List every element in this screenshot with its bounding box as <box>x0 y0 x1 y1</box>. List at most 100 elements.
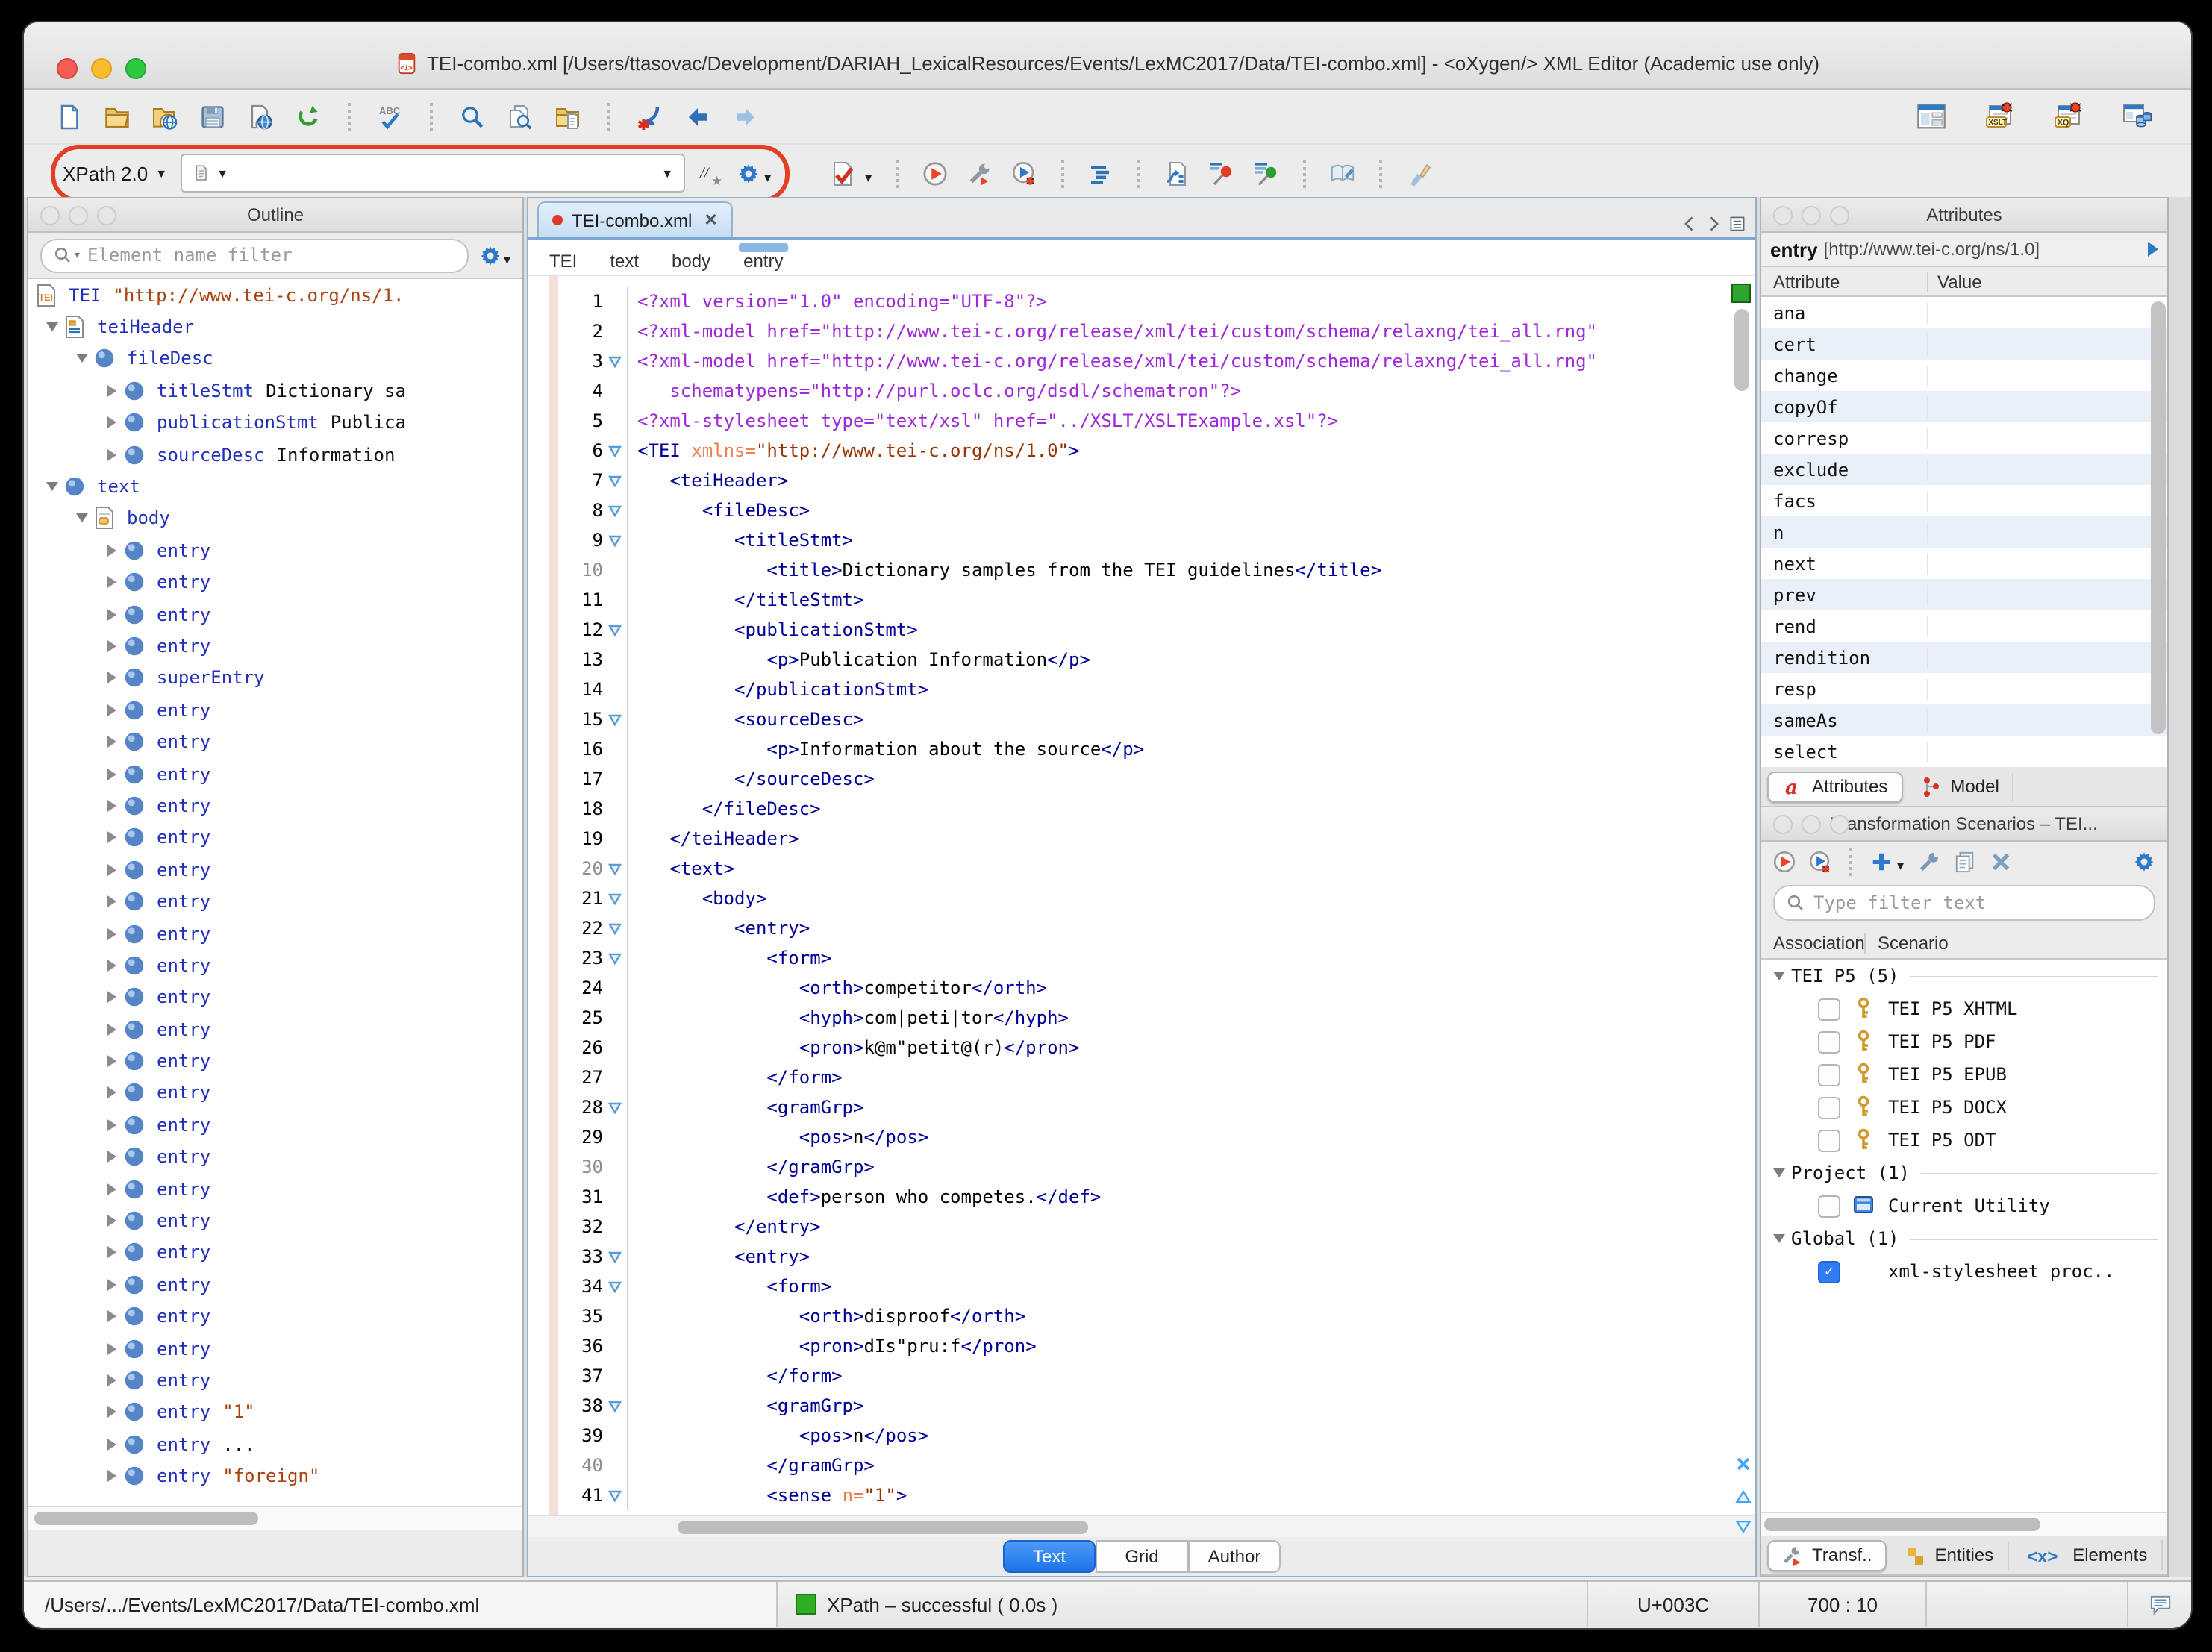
notifications-bubble-icon[interactable] <box>2149 1593 2171 1615</box>
scenario-item-tei-p5-xhtml[interactable]: TEI P5 XHTML <box>1761 992 2167 1025</box>
attribute-row-n[interactable]: n <box>1761 516 2167 548</box>
code-line-38[interactable]: 38 <gramGrp> <box>528 1391 1731 1421</box>
find-in-folder-icon[interactable] <box>555 104 581 129</box>
code-line-39[interactable]: 39 <pos>n</pos> <box>528 1421 1731 1451</box>
attribute-row-rendition[interactable]: rendition <box>1761 642 2167 673</box>
xslt-debugger-icon[interactable]: XSLT <box>1985 101 2015 131</box>
zoom-window-button[interactable] <box>125 58 146 79</box>
expand-open-icon[interactable] <box>70 514 93 523</box>
breadcrumb-entry[interactable]: entry <box>743 244 783 271</box>
code-line-21[interactable]: 21 <body> <box>528 883 1731 913</box>
expand-closed-icon[interactable] <box>100 736 122 748</box>
outline-item-fileDesc[interactable]: fileDesc <box>28 343 522 375</box>
outline-item-entry[interactable]: entry <box>28 566 522 598</box>
validate-icon[interactable] <box>829 160 855 186</box>
wrench-steel-icon[interactable] <box>1917 851 1940 873</box>
code-line-3[interactable]: 3<?xml-model href="http://www.tei-c.org/… <box>528 346 1731 376</box>
code-line-41[interactable]: 41 <sense n="1"> <box>528 1480 1731 1510</box>
code-line-16[interactable]: 16 <p>Information about the source</p> <box>528 734 1731 764</box>
expand-closed-icon[interactable] <box>100 1374 122 1386</box>
scenario-item-tei-p5-epub[interactable]: TEI P5 EPUB <box>1761 1058 2167 1091</box>
attribute-row-sameAs[interactable]: sameAs <box>1761 704 2167 736</box>
code-line-17[interactable]: 17 </sourceDesc> <box>528 764 1731 794</box>
attribute-row-next[interactable]: next <box>1761 548 2167 579</box>
plus-icon[interactable] <box>1870 851 1893 873</box>
current-element-row[interactable]: entry [http://www.tei-c.org/ns/1.0] <box>1761 233 2167 267</box>
scenario-checkbox[interactable] <box>1818 998 1840 1020</box>
expand-closed-icon[interactable] <box>100 704 122 716</box>
outline-item-entry[interactable]: entry"1" <box>28 1396 522 1428</box>
outline-item-teiHeader[interactable]: teiHeader <box>28 311 522 343</box>
format-indent-icon[interactable] <box>1088 160 1113 186</box>
expand-closed-icon[interactable] <box>100 576 122 588</box>
expand-open-icon[interactable] <box>1767 1168 1791 1177</box>
scenario-filter-input[interactable]: Type filter text <box>1773 885 2155 921</box>
mode-button-grid[interactable]: Grid <box>1096 1540 1188 1573</box>
dropdown-caret-icon[interactable]: ▾ <box>1897 858 1904 875</box>
expand-closed-icon[interactable] <box>100 1023 122 1035</box>
element-name-filter-input[interactable]: ▾ Element name filter <box>40 238 469 272</box>
scenario-group-global-1-[interactable]: Global (1) <box>1761 1222 2167 1255</box>
code-line-33[interactable]: 33 <entry> <box>528 1242 1731 1271</box>
navigate-back-icon[interactable] <box>685 104 710 129</box>
attribute-row-cert[interactable]: cert <box>1761 328 2167 360</box>
code-line-4[interactable]: 4 schematypens="http://purl.oclc.org/dsd… <box>528 376 1731 406</box>
outline-item-entry[interactable]: entry <box>28 631 522 663</box>
red-pin-icon[interactable] <box>1209 160 1234 186</box>
breadcrumb-body[interactable]: body <box>672 244 710 271</box>
xpath-scope-icon[interactable] <box>193 164 210 182</box>
expand-closed-icon[interactable] <box>100 1407 122 1418</box>
outline-hscrollbar[interactable] <box>28 1506 522 1530</box>
code-line-14[interactable]: 14 </publicationStmt> <box>528 675 1731 704</box>
expand-closed-icon[interactable] <box>100 1439 122 1451</box>
breadcrumb-TEI[interactable]: TEI <box>549 244 577 271</box>
scenario-checkbox[interactable]: ✓ <box>1818 1260 1840 1283</box>
tab-model[interactable]: Model <box>1907 772 2013 801</box>
outline-item-entry[interactable]: entry <box>28 1268 522 1301</box>
outline-settings-gear-icon[interactable] <box>480 244 502 266</box>
outline-item-sourceDesc[interactable]: sourceDescInformation <box>28 439 522 471</box>
attribute-row-copyOf[interactable]: copyOf <box>1761 391 2167 422</box>
attributes-vscrollbar[interactable] <box>2151 301 2166 734</box>
xpath-version-dropdown[interactable]: XPath 2.0▼ <box>63 162 167 184</box>
code-line-19[interactable]: 19 </teiHeader> <box>528 824 1731 854</box>
outline-item-entry[interactable]: entry <box>28 1333 522 1365</box>
expand-closed-icon[interactable] <box>100 417 122 429</box>
code-line-22[interactable]: 22 <entry> <box>528 913 1731 943</box>
outline-item-text[interactable]: text <box>28 471 522 503</box>
duplicate-icon[interactable] <box>1953 851 1975 873</box>
mode-button-text[interactable]: Text <box>1003 1540 1096 1573</box>
run-scenario-icon[interactable] <box>922 160 948 186</box>
fold-toggle-icon[interactable] <box>603 854 628 883</box>
mode-button-author[interactable]: Author <box>1188 1540 1281 1573</box>
outline-item-entry[interactable]: entry... <box>28 1428 522 1460</box>
code-line-29[interactable]: 29 <pos>n</pos> <box>528 1122 1731 1152</box>
outline-item-entry[interactable]: entry <box>28 886 522 918</box>
xpath-expression-input[interactable]: ▼ ▼ <box>181 154 685 193</box>
fold-toggle-icon[interactable] <box>603 943 628 973</box>
outline-item-superEntry[interactable]: superEntry <box>28 662 522 694</box>
editor-vscrollbar[interactable] <box>1734 309 1749 391</box>
navigate-forward-icon[interactable] <box>733 104 758 129</box>
expand-closed-icon[interactable] <box>100 895 122 907</box>
code-line-9[interactable]: 9 <titleStmt> <box>528 525 1731 555</box>
outline-item-entry[interactable]: entry <box>28 1045 522 1077</box>
debug-scenario-icon[interactable] <box>1012 160 1037 186</box>
expand-closed-icon[interactable] <box>100 1151 122 1163</box>
expand-closed-icon[interactable] <box>100 1215 122 1227</box>
expand-closed-icon[interactable] <box>100 1470 122 1482</box>
outline-item-entry[interactable]: entry <box>28 918 522 950</box>
expand-closed-icon[interactable] <box>100 545 122 557</box>
fold-toggle-icon[interactable] <box>603 525 628 555</box>
expand-closed-icon[interactable] <box>100 960 122 972</box>
code-line-5[interactable]: 5<?xml-stylesheet type="text/xsl" href="… <box>528 406 1731 436</box>
outline-item-entry[interactable]: entry <box>28 854 522 886</box>
code-line-34[interactable]: 34 <form> <box>528 1271 1731 1301</box>
outline-item-entry[interactable]: entry <box>28 1173 522 1205</box>
expand-closed-icon[interactable] <box>100 1183 122 1195</box>
fold-toggle-icon[interactable] <box>603 1271 628 1301</box>
green-pin-icon[interactable] <box>1254 160 1279 186</box>
previous-match-icon[interactable] <box>1734 1488 1752 1506</box>
code-line-1[interactable]: 1<?xml version="1.0" encoding="UTF-8"?> <box>528 287 1731 316</box>
outline-item-entry[interactable]: entry <box>28 1077 522 1110</box>
